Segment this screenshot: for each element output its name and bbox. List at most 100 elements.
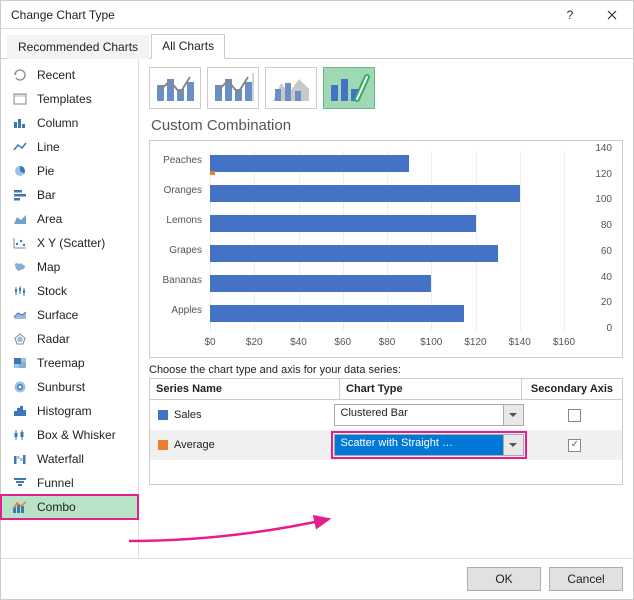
chart-type-dropdown-average[interactable]: Scatter with Straight … — [334, 434, 524, 456]
sidebar-item-recent[interactable]: Recent — [1, 63, 138, 87]
stock-icon — [11, 283, 29, 299]
sidebar-item-funnel[interactable]: Funnel — [1, 471, 138, 495]
sidebar-item-label: Histogram — [37, 404, 92, 418]
window-title: Change Chart Type — [11, 8, 549, 22]
column-icon — [11, 115, 29, 131]
dialog-footer: OK Cancel — [1, 558, 633, 599]
dropdown-value: Clustered Bar — [335, 405, 503, 425]
chart-type-dropdown-sales[interactable]: Clustered Bar — [334, 404, 524, 426]
chevron-down-icon — [503, 435, 523, 455]
combo-thumb-3[interactable] — [265, 67, 317, 109]
bar-icon — [11, 187, 29, 203]
chart-secondary-axis: 140120100806040200 — [582, 147, 612, 337]
histogram-icon — [11, 403, 29, 419]
sidebar-item-label: Box & Whisker — [37, 428, 116, 442]
header-secondary-axis: Secondary Axis — [522, 379, 622, 399]
tab-strip: Recommended Charts All Charts — [1, 31, 633, 59]
sidebar-item-label: Pie — [37, 164, 54, 178]
header-series-name: Series Name — [150, 379, 340, 399]
sidebar-item-sunburst[interactable]: Sunburst — [1, 375, 138, 399]
treemap-icon — [11, 355, 29, 371]
sidebar-item-label: Surface — [37, 308, 78, 322]
sidebar-item-column[interactable]: Column — [1, 111, 138, 135]
series-name: Sales — [174, 409, 329, 421]
sunburst-icon — [11, 379, 29, 395]
sidebar-item-surface[interactable]: Surface — [1, 303, 138, 327]
combo-thumb-2[interactable] — [207, 67, 259, 109]
series-row-sales: Sales Clustered Bar — [150, 400, 622, 430]
titlebar: Change Chart Type ? — [1, 1, 633, 29]
radar-icon — [11, 331, 29, 347]
sidebar-item-label: Combo — [37, 500, 76, 514]
sidebar-item-label: Column — [37, 116, 78, 130]
sidebar-item-area[interactable]: Area — [1, 207, 138, 231]
scatter-icon — [11, 235, 29, 251]
tab-all-charts[interactable]: All Charts — [151, 34, 225, 59]
sidebar-item-map[interactable]: Map — [1, 255, 138, 279]
chart-x-axis: $0$20$40$60$80$100$120$140$160 — [210, 337, 576, 351]
combo-subtype-thumbs — [149, 67, 623, 109]
sidebar-item-combo[interactable]: Combo — [1, 495, 138, 519]
tab-recommended[interactable]: Recommended Charts — [7, 35, 149, 59]
sidebar-item-waterfall[interactable]: Waterfall — [1, 447, 138, 471]
sidebar-item-boxwhisker[interactable]: Box & Whisker — [1, 423, 138, 447]
series-swatch — [158, 410, 168, 420]
close-icon — [607, 10, 617, 20]
sidebar-item-label: Waterfall — [37, 452, 84, 466]
combo-thumb-custom[interactable] — [323, 67, 375, 109]
sidebar-item-radar[interactable]: Radar — [1, 327, 138, 351]
sidebar-item-label: Recent — [37, 68, 75, 82]
help-button[interactable]: ? — [549, 1, 591, 29]
main-panel: Custom Combination $0$20$40$60$80$100$12… — [139, 59, 633, 558]
close-button[interactable] — [591, 1, 633, 29]
sidebar-item-label: Area — [37, 212, 62, 226]
series-instruction: Choose the chart type and axis for your … — [149, 364, 623, 376]
sidebar-item-pie[interactable]: Pie — [1, 159, 138, 183]
sidebar-item-label: Sunburst — [37, 380, 85, 394]
sidebar-item-label: Bar — [37, 188, 56, 202]
series-swatch — [158, 440, 168, 450]
sidebar-item-label: X Y (Scatter) — [37, 236, 105, 250]
secondary-axis-checkbox-sales[interactable] — [568, 409, 581, 422]
ok-button[interactable]: OK — [467, 567, 541, 591]
box-whisker-icon — [11, 427, 29, 443]
series-table: Series Name Chart Type Secondary Axis Sa… — [149, 378, 623, 485]
waterfall-icon — [11, 451, 29, 467]
header-chart-type: Chart Type — [340, 379, 522, 399]
sidebar-item-label: Stock — [37, 284, 67, 298]
sidebar-item-label: Line — [37, 140, 60, 154]
sidebar-item-histogram[interactable]: Histogram — [1, 399, 138, 423]
funnel-icon — [11, 475, 29, 491]
recent-icon — [11, 67, 29, 83]
dropdown-value: Scatter with Straight … — [335, 435, 503, 455]
change-chart-type-dialog: Change Chart Type ? Recommended Charts A… — [0, 0, 634, 600]
sidebar-item-line[interactable]: Line — [1, 135, 138, 159]
cancel-button[interactable]: Cancel — [549, 567, 623, 591]
combo-thumb-1[interactable] — [149, 67, 201, 109]
sidebar-item-scatter[interactable]: X Y (Scatter) — [1, 231, 138, 255]
sidebar-item-treemap[interactable]: Treemap — [1, 351, 138, 375]
secondary-axis-checkbox-average[interactable] — [568, 439, 581, 452]
dialog-body: Recent Templates Column Line Pie Bar Are… — [1, 59, 633, 558]
combo-icon — [11, 499, 29, 515]
sidebar-item-templates[interactable]: Templates — [1, 87, 138, 111]
series-row-average: Average Scatter with Straight … — [150, 430, 622, 460]
sidebar-item-label: Templates — [37, 92, 92, 106]
sidebar-item-label: Treemap — [37, 356, 85, 370]
sidebar-item-stock[interactable]: Stock — [1, 279, 138, 303]
sidebar-item-label: Funnel — [37, 476, 74, 490]
chart-preview: $0$20$40$60$80$100$120$140$160 140120100… — [149, 140, 623, 358]
annotation-arrow — [119, 511, 349, 551]
map-icon — [11, 259, 29, 275]
pie-icon — [11, 163, 29, 179]
area-icon — [11, 211, 29, 227]
sidebar-item-label: Radar — [37, 332, 70, 346]
series-table-body: Sales Clustered Bar — [150, 400, 622, 484]
chevron-down-icon — [503, 405, 523, 425]
question-icon: ? — [567, 8, 574, 22]
sidebar-item-label: Map — [37, 260, 60, 274]
sidebar-item-bar[interactable]: Bar — [1, 183, 138, 207]
chart-category-sidebar: Recent Templates Column Line Pie Bar Are… — [1, 59, 139, 558]
surface-icon — [11, 307, 29, 323]
series-name: Average — [174, 439, 329, 451]
